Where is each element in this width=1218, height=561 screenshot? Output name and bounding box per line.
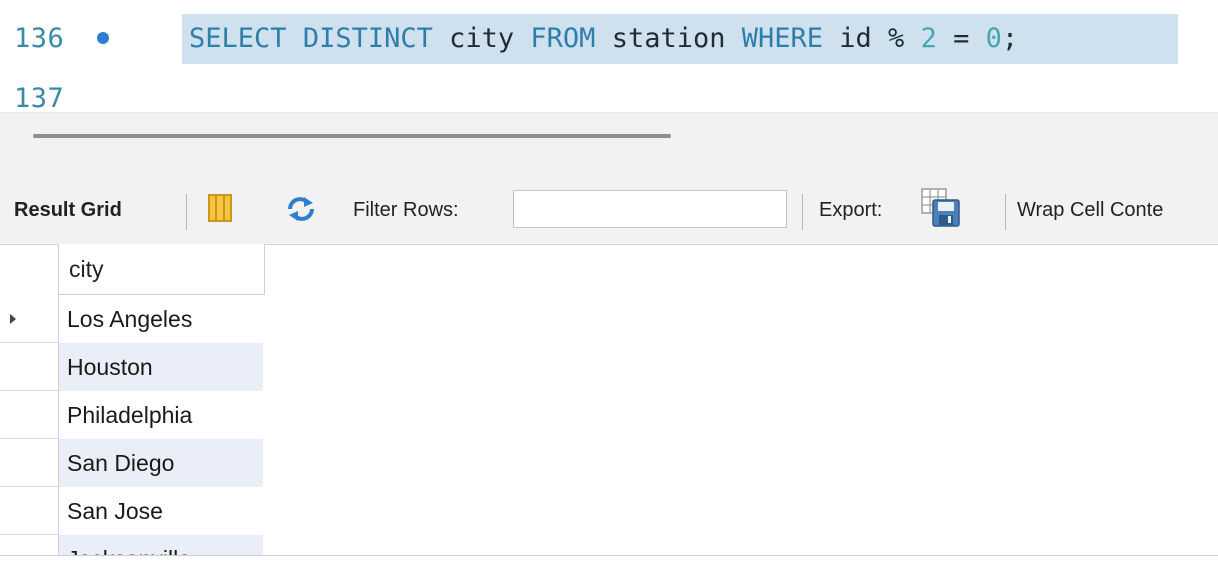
refresh-icon[interactable] xyxy=(286,196,316,222)
keyword-distinct: DISTINCT xyxy=(302,23,433,54)
filter-rows-input[interactable] xyxy=(513,190,787,228)
panel-splitter[interactable] xyxy=(0,112,1218,173)
token-condition: id % xyxy=(823,23,921,54)
cell-city[interactable]: San Jose xyxy=(58,487,263,535)
table-row[interactable]: San Diego xyxy=(0,439,265,487)
token-equals: = xyxy=(936,23,986,54)
cell-city[interactable]: San Diego xyxy=(58,439,263,487)
filter-rows-label: Filter Rows: xyxy=(353,199,459,221)
result-toolbar: Result Grid Filter Rows: Export: Wrap Ce… xyxy=(0,172,1218,244)
row-header[interactable] xyxy=(0,535,58,555)
row-header[interactable] xyxy=(0,391,58,439)
table-row[interactable]: Jacksonville xyxy=(0,535,265,555)
cell-city[interactable]: Philadelphia xyxy=(58,391,263,439)
row-pointer-icon xyxy=(10,314,16,324)
cell-city[interactable]: Jacksonville xyxy=(58,535,263,555)
toolbar-divider xyxy=(186,194,187,230)
token-number-2: 2 xyxy=(920,23,937,54)
keyword-select: SELECT xyxy=(189,23,287,54)
grid-bottom-border xyxy=(0,555,1218,556)
toolbar-divider xyxy=(1005,194,1006,230)
column-header-city[interactable]: city xyxy=(58,244,265,295)
row-header[interactable] xyxy=(0,295,58,343)
horizontal-scrollbar-thumb[interactable] xyxy=(33,134,671,138)
keyword-from: FROM xyxy=(530,23,596,54)
sql-statement[interactable]: SELECT DISTINCT city FROM station WHERE … xyxy=(189,18,1018,60)
toolbar-divider xyxy=(802,194,803,230)
table-row[interactable]: Houston xyxy=(0,343,265,391)
token-semicolon: ; xyxy=(1001,23,1019,54)
row-header[interactable] xyxy=(0,343,58,391)
line-number: 136 xyxy=(14,23,65,54)
keyword-where: WHERE xyxy=(741,23,824,54)
sql-editor[interactable]: 136 SELECT DISTINCT city FROM station WH… xyxy=(0,0,1218,120)
result-rows: Los Angeles Houston Philadelphia San Die… xyxy=(0,295,270,555)
table-row[interactable]: Los Angeles xyxy=(0,295,265,343)
token-column: city xyxy=(432,23,531,54)
table-row[interactable]: Philadelphia xyxy=(0,391,265,439)
cell-city[interactable]: Houston xyxy=(58,343,263,391)
row-header[interactable] xyxy=(0,439,58,487)
token-table: station xyxy=(595,23,742,54)
cell-city[interactable]: Los Angeles xyxy=(58,295,263,343)
result-grid-tab[interactable]: Result Grid xyxy=(14,172,122,244)
breakpoint-dot-icon[interactable] xyxy=(97,32,109,44)
export-icon[interactable] xyxy=(921,188,961,228)
mysql-workbench-window: 136 SELECT DISTINCT city FROM station WH… xyxy=(0,0,1218,561)
table-row[interactable]: San Jose xyxy=(0,487,265,535)
row-header[interactable] xyxy=(0,487,58,535)
wrap-cell-content-toggle[interactable]: Wrap Cell Conte xyxy=(1017,172,1163,244)
grid-layout-icon[interactable] xyxy=(208,194,232,222)
token-number-0: 0 xyxy=(985,23,1002,54)
export-label: Export: xyxy=(819,199,883,221)
